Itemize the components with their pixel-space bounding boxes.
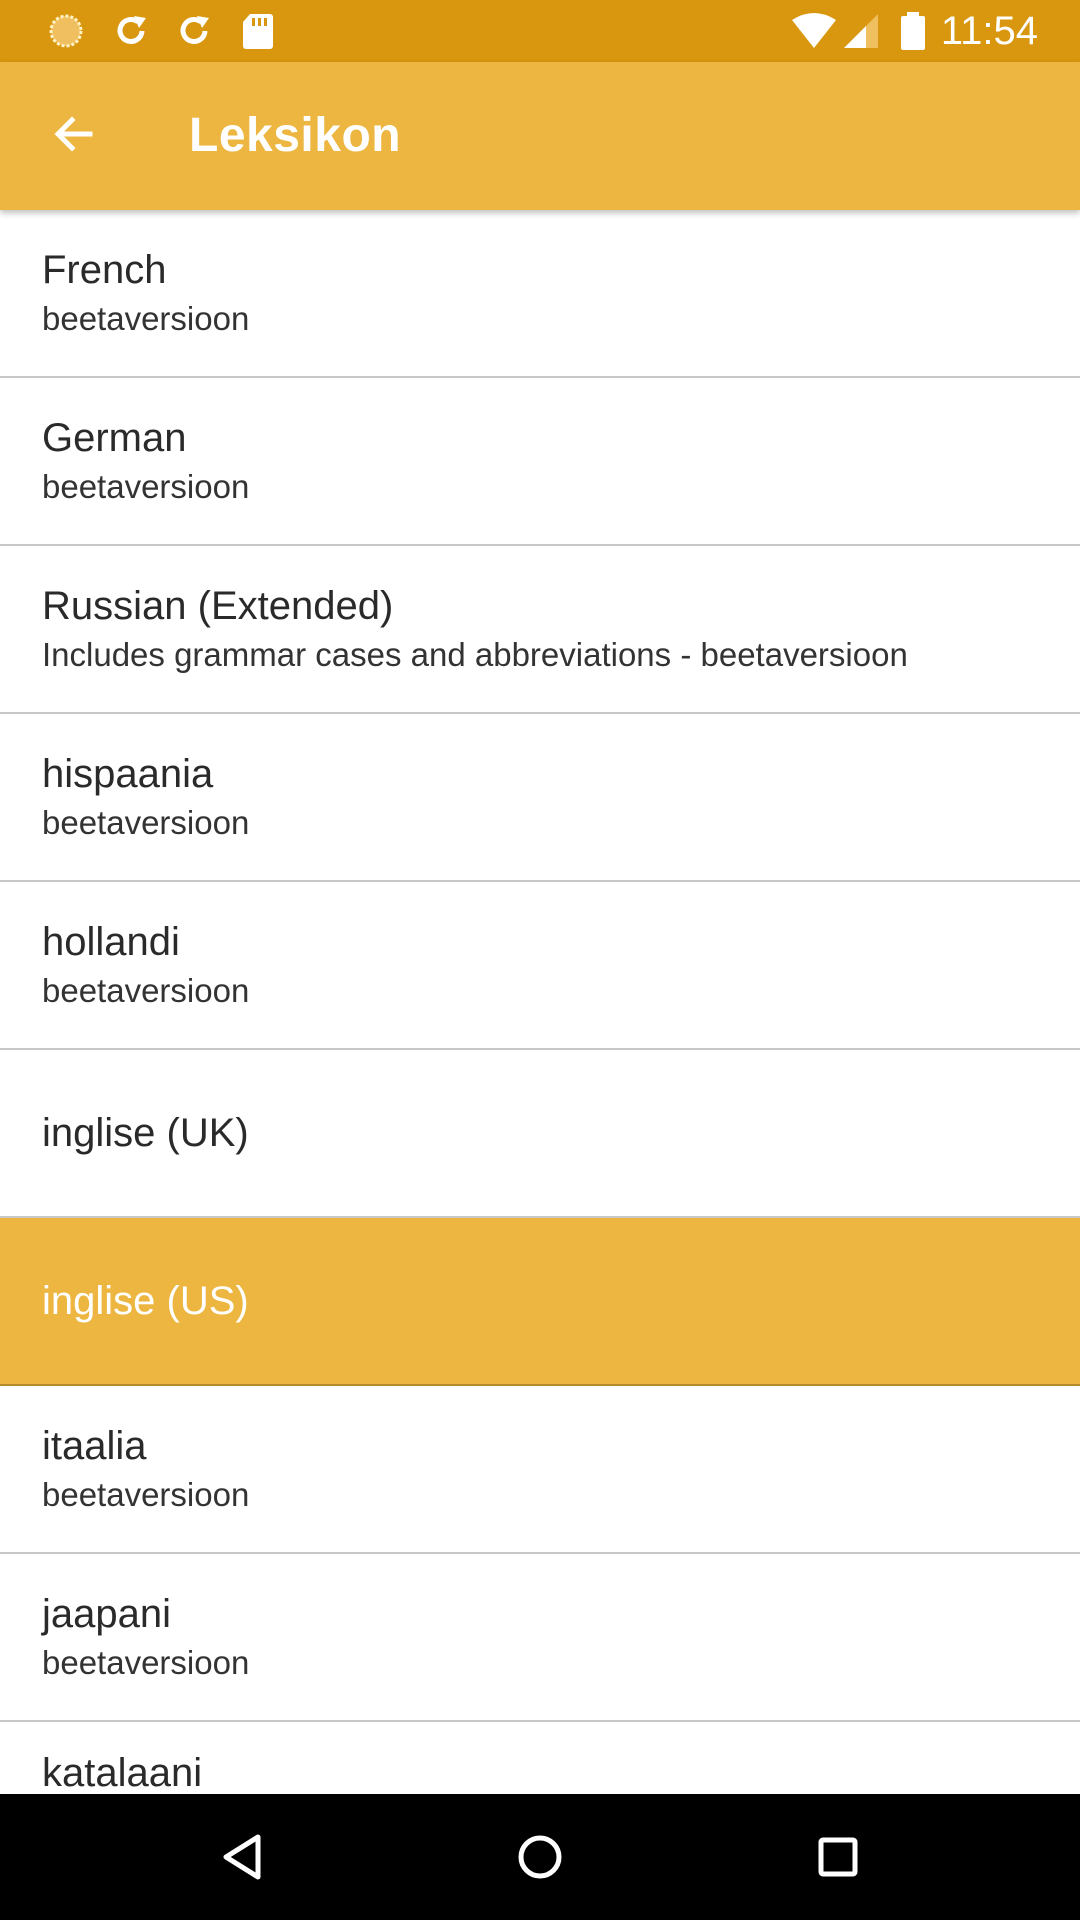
list-item-title: Russian (Extended) bbox=[42, 584, 394, 628]
navigation-bar bbox=[0, 1794, 1080, 1920]
list-item-title: jaapani bbox=[42, 1592, 172, 1636]
battery-icon bbox=[898, 12, 928, 50]
list-item-title: inglise (US) bbox=[42, 1279, 249, 1323]
refresh-icon bbox=[112, 12, 152, 50]
refresh-icon bbox=[175, 12, 215, 50]
arrow-back-icon bbox=[50, 110, 98, 163]
recents-square-icon bbox=[806, 1837, 870, 1893]
cellular-signal-icon bbox=[842, 12, 882, 50]
list-item-subtitle: beetaversioon bbox=[42, 1476, 250, 1513]
list-item[interactable]: itaalia beetaversioon bbox=[0, 1386, 1080, 1554]
list-item-subtitle: beetaversioon bbox=[42, 468, 250, 505]
list-item[interactable]: hollandi beetaversioon bbox=[0, 882, 1080, 1050]
page-title: Leksikon bbox=[189, 109, 402, 162]
dictionary-list[interactable]: French beetaversioon German beetaversioo… bbox=[0, 210, 1080, 1794]
list-item[interactable]: French beetaversioon bbox=[0, 210, 1080, 378]
sd-card-icon bbox=[238, 12, 278, 50]
list-item-subtitle: beetaversioon bbox=[42, 972, 250, 1009]
list-item-title: German bbox=[42, 416, 187, 460]
list-item-selected[interactable]: inglise (US) bbox=[0, 1218, 1080, 1386]
list-item-title: inglise (UK) bbox=[42, 1111, 249, 1155]
nav-back-button[interactable] bbox=[210, 1825, 274, 1889]
status-time: 11:54 bbox=[940, 9, 1038, 53]
list-item[interactable]: hispaania beetaversioon bbox=[0, 714, 1080, 882]
sync-indicator-icon bbox=[46, 12, 86, 50]
list-item-title: hollandi bbox=[42, 920, 180, 964]
home-circle-icon bbox=[508, 1835, 572, 1893]
list-item[interactable]: German beetaversioon bbox=[0, 378, 1080, 546]
list-item-title: itaalia bbox=[42, 1424, 147, 1468]
list-item[interactable]: Russian (Extended) Includes grammar case… bbox=[0, 546, 1080, 714]
nav-recents-button[interactable] bbox=[806, 1825, 870, 1889]
app-bar: Leksikon bbox=[0, 62, 1080, 210]
back-triangle-icon bbox=[210, 1834, 274, 1893]
wifi-icon bbox=[790, 12, 838, 50]
list-item-subtitle: beetaversioon bbox=[42, 1644, 250, 1681]
list-item-subtitle: Includes grammar cases and abbreviations… bbox=[42, 636, 908, 673]
nav-home-button[interactable] bbox=[508, 1825, 572, 1889]
list-item[interactable]: jaapani beetaversioon bbox=[0, 1554, 1080, 1722]
list-item-title: hispaania bbox=[42, 752, 214, 796]
status-bar: 11:54 bbox=[0, 0, 1080, 62]
list-item-subtitle: beetaversioon bbox=[42, 300, 250, 337]
list-item[interactable]: katalaani bbox=[0, 1722, 1080, 1794]
list-item-subtitle: beetaversioon bbox=[42, 804, 250, 841]
list-item-title: katalaani bbox=[42, 1751, 203, 1794]
back-button[interactable] bbox=[28, 90, 120, 182]
list-item[interactable]: inglise (UK) bbox=[0, 1050, 1080, 1218]
list-item-title: French bbox=[42, 248, 167, 292]
